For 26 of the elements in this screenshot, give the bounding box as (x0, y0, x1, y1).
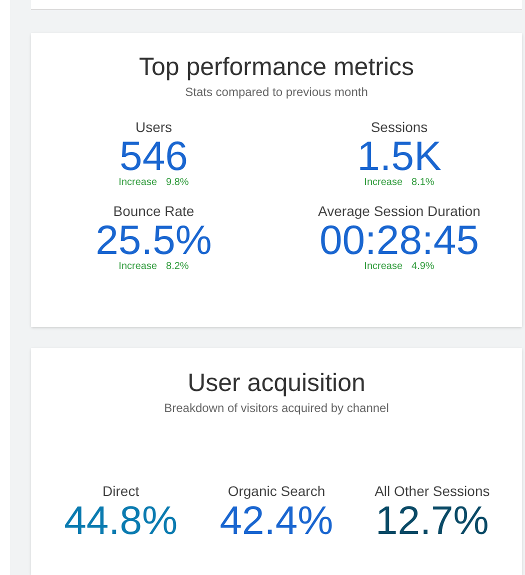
card-subtitle: Breakdown of visitors acquired by channel (164, 400, 389, 417)
metric-label: Users (135, 119, 172, 135)
channel-label: All Other Sessions (374, 483, 490, 499)
change-label: Increase (364, 261, 403, 273)
metric-value: 25.5% (96, 219, 212, 261)
metric-label: Sessions (370, 119, 428, 135)
card-title: Top performance metrics (138, 52, 414, 82)
change-value: 9.8% (166, 177, 189, 189)
metric-value: 546 (120, 135, 188, 177)
change-label: Increase (364, 177, 403, 189)
channel-value: 44.8% (64, 499, 178, 543)
metric-value: 00:28:45 (319, 219, 480, 261)
change-label: Increase (118, 261, 158, 273)
channel-value: 42.4% (220, 499, 334, 543)
channel-label: Direct (102, 483, 140, 499)
channel-value: 12.7% (375, 499, 489, 543)
metric-value: 1.5K (357, 135, 442, 177)
card-title: User acquisition (188, 368, 366, 398)
metric-label: Bounce Rate (113, 203, 194, 219)
metric-label: Average Session Duration (318, 203, 480, 219)
change-label: Increase (118, 177, 158, 189)
card-subtitle: Stats compared to previous month (185, 84, 368, 101)
change-value: 8.1% (412, 177, 434, 189)
change-value: 8.2% (166, 261, 189, 273)
channel-label: Organic Search (228, 483, 326, 499)
change-value: 4.9% (412, 261, 434, 273)
